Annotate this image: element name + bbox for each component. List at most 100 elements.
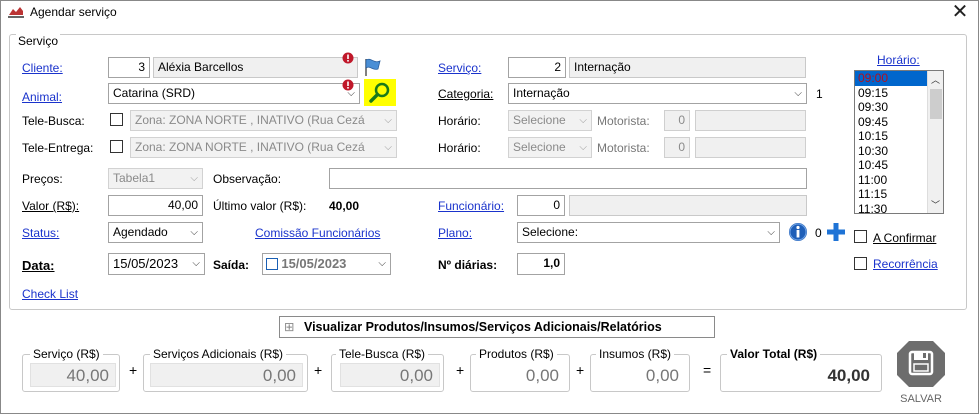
animal-value: Catarina (SRD)	[113, 86, 196, 100]
tele-busca-checkbox[interactable]	[110, 113, 123, 126]
telebusca-total-value: 0,00	[340, 363, 440, 387]
horario-link[interactable]: Horário:	[877, 53, 920, 67]
plano-count: 0	[815, 226, 822, 240]
info-icon[interactable]	[788, 222, 808, 242]
observacao-input[interactable]	[329, 168, 807, 189]
produtos-total-label: Produtos (R$)	[476, 347, 557, 361]
comissao-link[interactable]: Comissão Funcionários	[255, 226, 380, 240]
warning-icon	[342, 52, 354, 64]
tele-busca-zona-select[interactable]: Zona: ZONA NORTE , INATIVO (Rua Cezá ⌵	[130, 110, 397, 131]
servico-code-input[interactable]: 2	[508, 57, 566, 78]
tele-entrega-horario-label: Horário:	[438, 141, 481, 155]
data-value: 15/05/2023	[113, 256, 179, 271]
plus-sign: +	[576, 362, 585, 378]
tele-entrega-label: Tele-Entrega:	[22, 141, 94, 155]
chevron-down-icon: ⌵	[794, 88, 802, 99]
close-button[interactable]: ✕	[948, 1, 972, 23]
tele-entrega-zona-value: Zona: ZONA NORTE , INATIVO (Rua Cezá	[135, 140, 365, 154]
tele-busca-motorista-label: Motorista:	[597, 114, 650, 128]
animal-select[interactable]: Catarina (SRD) ⌵	[108, 83, 360, 104]
categoria-value: Internação	[513, 86, 570, 100]
ultimo-valor-label: Último valor (R$):	[213, 199, 307, 213]
status-select[interactable]: Agendado ⌵	[108, 222, 203, 243]
horario-scrollbar[interactable]: ︿ ﹀	[927, 71, 943, 213]
saida-checkbox[interactable]	[266, 258, 278, 270]
valor-input[interactable]: 40,00	[108, 195, 203, 216]
cliente-name-field: Aléxia Barcellos	[153, 57, 358, 78]
tele-entrega-zona-select[interactable]: Zona: ZONA NORTE , INATIVO (Rua Cezá ⌵	[130, 137, 397, 158]
tele-busca-horario-select[interactable]: Selecione ⌵	[508, 110, 592, 131]
adicionais-total-label: Serviços Adicionais (R$)	[150, 347, 287, 361]
telebusca-total-label: Tele-Busca (R$)	[336, 347, 429, 361]
tele-busca-horario-label: Horário:	[438, 114, 481, 128]
plus-sign: +	[456, 362, 465, 378]
chevron-down-icon: ⌵	[192, 258, 200, 269]
valor-total-value: 40,00	[727, 363, 877, 387]
chevron-down-icon: ⌵	[378, 258, 386, 269]
insumos-total-value: 0,00	[596, 363, 686, 387]
chevron-down-icon: ⌵	[579, 142, 587, 153]
categoria-label: Categoria:	[438, 87, 494, 101]
animal-link[interactable]: Animal:	[22, 90, 62, 104]
scroll-down-icon[interactable]: ﹀	[931, 198, 940, 211]
salvar-button[interactable]: SALVAR	[895, 338, 947, 406]
scroll-thumb[interactable]	[930, 89, 942, 119]
diarias-input[interactable]: 1,0	[517, 253, 565, 275]
plano-value: Selecione:	[522, 225, 579, 239]
add-plano-icon[interactable]	[826, 222, 846, 242]
checklist-link[interactable]: Check List	[22, 287, 78, 301]
tele-entrega-motorista-name	[695, 137, 806, 158]
tele-entrega-motorista-label: Motorista:	[597, 141, 650, 155]
app-logo-icon	[8, 7, 24, 18]
chevron-down-icon: ⌵	[190, 173, 198, 184]
tele-entrega-checkbox[interactable]	[110, 140, 123, 153]
precos-label: Preços:	[22, 172, 63, 186]
valor-total-label: Valor Total (R$)	[727, 347, 821, 361]
servico-name-field: Internação	[569, 57, 806, 78]
recorrencia-link[interactable]: Recorrência	[873, 257, 938, 271]
funcionario-link[interactable]: Funcionário:	[438, 199, 504, 213]
recorrencia-checkbox[interactable]	[854, 257, 867, 270]
plano-link[interactable]: Plano:	[438, 226, 472, 240]
servico-total-value: 40,00	[30, 363, 116, 387]
a-confirmar-checkbox[interactable]	[854, 230, 867, 243]
plus-sign: +	[314, 362, 323, 378]
tele-entrega-motorista-code[interactable]: 0	[664, 137, 690, 158]
cliente-code-input[interactable]: 3	[108, 57, 150, 78]
status-value: Agendado	[113, 225, 168, 239]
chevron-down-icon: ⌵	[190, 227, 198, 238]
tele-busca-motorista-code[interactable]: 0	[664, 110, 690, 131]
servico-link[interactable]: Serviço:	[438, 61, 481, 75]
categoria-select[interactable]: Internação ⌵	[508, 83, 807, 104]
tele-entrega-horario-value: Selecione	[513, 140, 566, 154]
data-label: Data:	[22, 258, 55, 273]
funcionario-name-field	[569, 195, 807, 216]
precos-select[interactable]: Tabela1 ⌵	[108, 168, 203, 189]
insumos-total-label: Insumos (R$)	[596, 347, 675, 361]
flag-icon[interactable]	[362, 56, 384, 78]
plus-sign: +	[129, 362, 138, 378]
section-title: Serviço	[16, 34, 61, 48]
cliente-link[interactable]: Cliente:	[22, 61, 63, 75]
chevron-down-icon: ⌵	[767, 227, 775, 238]
produtos-total-value: 0,00	[476, 363, 566, 387]
visualizar-produtos-button[interactable]: ⊞ Visualizar Produtos/Insumos/Serviços A…	[279, 316, 715, 338]
data-date-picker[interactable]: 15/05/2023 ⌵	[108, 253, 205, 275]
horario-list[interactable]: 09:00 09:15 09:30 09:45 10:15 10:30 10:45 11:00…	[854, 70, 944, 214]
search-button[interactable]	[364, 79, 396, 106]
tele-entrega-horario-select[interactable]: Selecione ⌵	[508, 137, 592, 158]
saida-date-picker[interactable]: 15/05/2023 ⌵	[262, 253, 391, 275]
a-confirmar-label: A Confirmar	[873, 231, 937, 245]
categoria-count: 1	[816, 87, 823, 101]
valor-label: Valor (R$):	[22, 199, 80, 213]
tele-busca-zona-value: Zona: ZONA NORTE , INATIVO (Rua Cezá	[135, 113, 365, 127]
status-link[interactable]: Status:	[22, 226, 59, 240]
diarias-label: Nº diárias:	[438, 258, 498, 272]
tele-busca-label: Tele-Busca:	[22, 114, 85, 128]
scroll-up-icon[interactable]: ︿	[931, 73, 940, 86]
salvar-label: SALVAR	[900, 393, 942, 405]
precos-value: Tabela1	[113, 171, 156, 185]
expand-icon: ⊞	[284, 320, 295, 334]
plano-select[interactable]: Selecione: ⌵	[517, 222, 780, 243]
funcionario-code-input[interactable]: 0	[517, 195, 565, 216]
